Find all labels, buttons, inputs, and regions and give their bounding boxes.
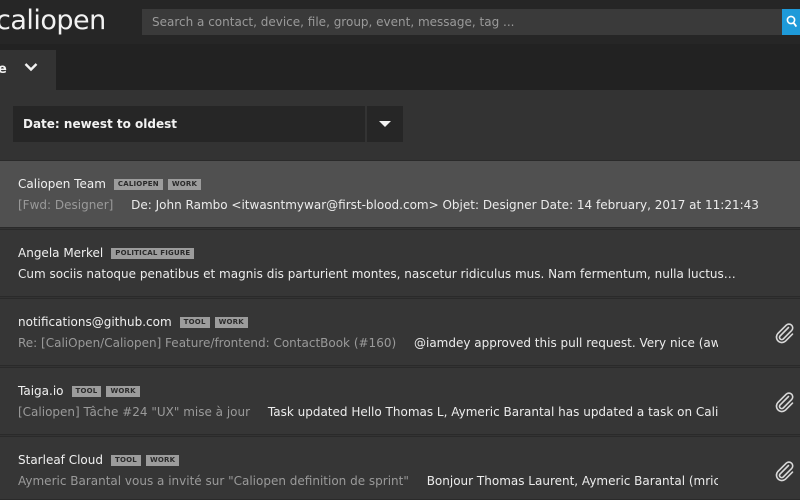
search-icon xyxy=(786,15,797,28)
tag-badge[interactable]: POLITICAL FIGURE xyxy=(111,247,195,259)
tag-badge[interactable]: CALIOPEN xyxy=(113,178,163,190)
sort-dropdown-button[interactable] xyxy=(367,106,403,142)
sort-bar: Date: newest to oldest xyxy=(0,90,800,160)
tag-badge[interactable]: WORK xyxy=(167,178,202,190)
message-row[interactable]: notifications@github.com TOOL WORK Re: [… xyxy=(0,298,800,366)
tag-badge[interactable]: WORK xyxy=(145,454,180,466)
tab-bar: e xyxy=(0,44,800,90)
top-bar: caliopen xyxy=(0,0,800,44)
chevron-down-icon[interactable] xyxy=(24,62,38,72)
message-subject: [Caliopen] Tâche #24 "UX" mise à jour xyxy=(18,405,251,419)
tab-label: e xyxy=(0,62,7,77)
message-excerpt: Cum sociis natoque penatibus et magnis d… xyxy=(18,267,736,281)
message-excerpt: @iamdey approved this pull request. Very… xyxy=(413,336,718,350)
search-button[interactable] xyxy=(782,9,800,35)
message-subject: Aymeric Barantal vous a invité sur "Cali… xyxy=(18,474,409,488)
message-sender: Taiga.io xyxy=(18,384,64,398)
tag-badge[interactable]: WORK xyxy=(214,316,248,328)
paperclip-icon xyxy=(775,323,794,344)
message-excerpt: De: John Rambo <itwasntmywar@first-blood… xyxy=(131,198,758,212)
message-row[interactable]: Angela Merkel POLITICAL FIGURE Cum socii… xyxy=(0,229,800,297)
caret-down-icon xyxy=(379,121,391,127)
message-excerpt: Task updated Hello Thomas L, Aymeric Bar… xyxy=(267,405,718,419)
message-sender: Caliopen Team xyxy=(18,177,106,191)
message-list: Caliopen Team CALIOPEN WORK [Fwd: Design… xyxy=(0,160,800,500)
sort-select[interactable]: Date: newest to oldest xyxy=(13,106,365,142)
app-logo[interactable]: caliopen xyxy=(0,5,106,37)
sort-label: Date: newest to oldest xyxy=(23,117,177,131)
tag-badge[interactable]: TOOL xyxy=(111,454,141,466)
search-input[interactable] xyxy=(142,9,782,35)
paperclip-icon xyxy=(775,392,794,413)
search-box xyxy=(142,9,782,35)
message-sender: notifications@github.com xyxy=(18,315,172,329)
tab-current[interactable]: e xyxy=(0,50,56,90)
message-subject: Re: [CaliOpen/Caliopen] Feature/frontend… xyxy=(18,336,397,350)
message-sender: Angela Merkel xyxy=(18,246,104,260)
message-row[interactable]: Taiga.io TOOL WORK [Caliopen] Tâche #24 … xyxy=(0,367,800,435)
message-row[interactable]: Caliopen Team CALIOPEN WORK [Fwd: Design… xyxy=(0,160,800,228)
message-subject: [Fwd: Designer] xyxy=(18,198,114,212)
message-excerpt: Bonjour Thomas Laurent, Aymeric Barantal… xyxy=(426,474,718,488)
tag-badge[interactable]: TOOL xyxy=(179,316,210,328)
tag-badge[interactable]: TOOL xyxy=(71,385,102,397)
message-sender: Starleaf Cloud xyxy=(18,453,103,467)
tag-badge[interactable]: WORK xyxy=(106,385,140,397)
paperclip-icon xyxy=(775,461,794,482)
message-row[interactable]: Starleaf Cloud TOOL WORK Aymeric Baranta… xyxy=(0,436,800,500)
